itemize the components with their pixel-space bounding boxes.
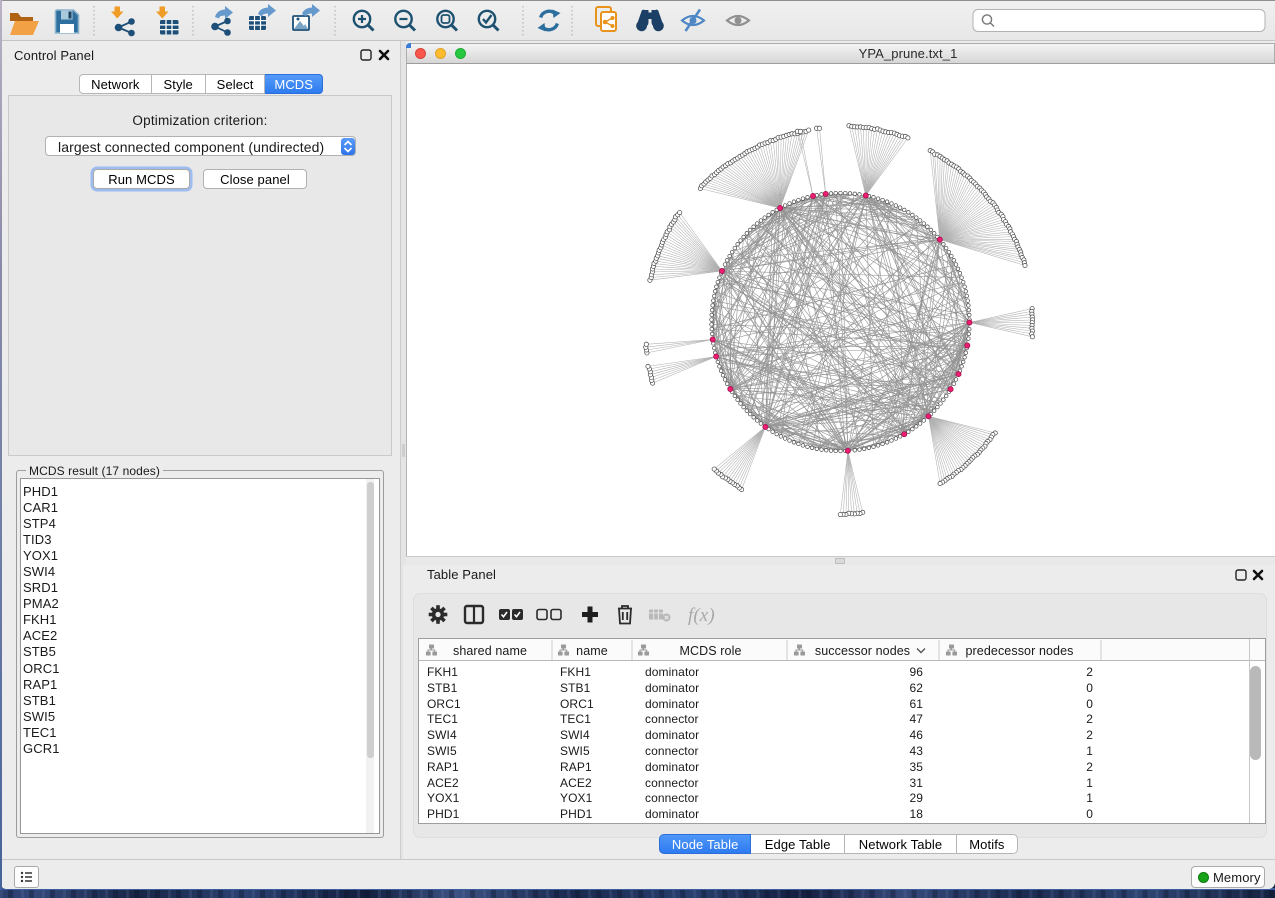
svg-text:f(x): f(x) xyxy=(688,605,715,626)
